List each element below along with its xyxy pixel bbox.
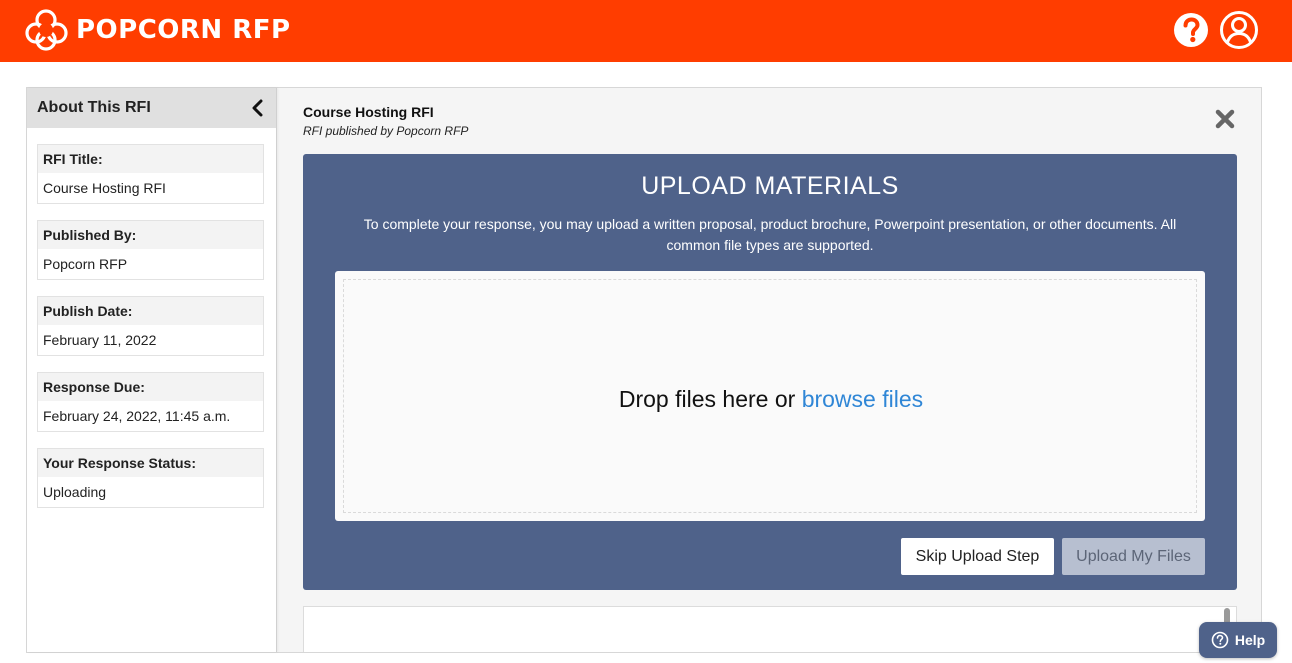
chevron-left-icon[interactable] — [250, 99, 264, 117]
field-label: Response Due: — [38, 373, 263, 401]
rfi-subtitle: RFI published by Popcorn RFP — [303, 124, 469, 138]
brand-logo[interactable]: POPCORN RFP — [24, 8, 291, 52]
upload-panel: UPLOAD MATERIALS To complete your respon… — [303, 154, 1237, 590]
question-circle-icon[interactable] — [1172, 11, 1210, 49]
dropzone-text: Drop files here or browse files — [344, 386, 1198, 413]
help-widget-label: Help — [1234, 632, 1266, 648]
field-value: Uploading — [38, 477, 263, 507]
field-label: Your Response Status: — [38, 449, 263, 477]
field-published-by: Published By: Popcorn RFP — [37, 220, 264, 280]
rfi-title: Course Hosting RFI — [303, 104, 434, 120]
field-value: February 11, 2022 — [38, 325, 263, 355]
drop-prompt: Drop files here or — [618, 386, 802, 412]
field-label: RFI Title: — [38, 145, 263, 173]
about-sidebar: About This RFI RFI Title: Course Hosting… — [27, 88, 277, 652]
upload-heading: UPLOAD MATERIALS — [641, 172, 899, 200]
top-navbar: POPCORN RFP — [0, 0, 1292, 62]
field-label: Publish Date: — [38, 297, 263, 325]
browse-files-link[interactable]: browse files — [802, 386, 923, 412]
field-value: February 24, 2022, 11:45 a.m. — [38, 401, 263, 431]
rfi-card: About This RFI RFI Title: Course Hosting… — [26, 87, 1262, 653]
field-rfi-title: RFI Title: Course Hosting RFI — [37, 144, 264, 204]
lower-content-area — [303, 606, 1237, 652]
field-value: Popcorn RFP — [38, 249, 263, 279]
dropzone-border: Drop files here or browse files — [343, 279, 1197, 513]
question-circle-icon — [1211, 631, 1229, 649]
field-publish-date: Publish Date: February 11, 2022 — [37, 296, 264, 356]
sidebar-title: About This RFI — [37, 99, 151, 116]
main-content: Course Hosting RFI RFI published by Popc… — [278, 88, 1261, 652]
file-dropzone[interactable]: Drop files here or browse files — [335, 271, 1205, 521]
close-x-icon[interactable] — [1214, 108, 1236, 130]
field-label: Published By: — [38, 221, 263, 249]
upload-description: To complete your response, you may uploa… — [363, 216, 1177, 253]
sidebar-header: About This RFI — [27, 88, 276, 128]
field-value: Course Hosting RFI — [38, 173, 263, 203]
skip-upload-button[interactable]: Skip Upload Step — [901, 538, 1054, 575]
field-response-status: Your Response Status: Uploading — [37, 448, 264, 508]
upload-files-button[interactable]: Upload My Files — [1062, 538, 1205, 575]
help-widget-button[interactable]: Help — [1199, 622, 1277, 658]
brand-name: POPCORN RFP — [76, 15, 291, 45]
field-response-due: Response Due: February 24, 2022, 11:45 a… — [37, 372, 264, 432]
popcorn-cloud-icon — [25, 9, 68, 51]
user-circle-icon[interactable] — [1219, 10, 1259, 50]
